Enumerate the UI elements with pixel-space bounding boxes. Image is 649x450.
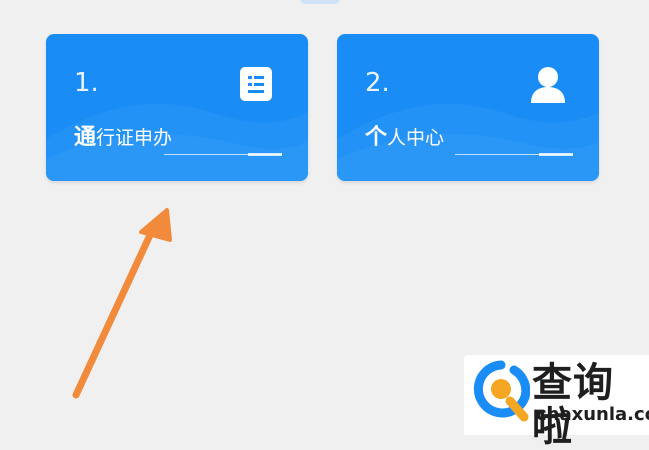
user-icon: [531, 67, 565, 103]
search-q-logo-icon: [473, 360, 530, 422]
personal-center-card[interactable]: 2. 个人中心: [337, 34, 599, 181]
card-underline-accent: [539, 153, 573, 156]
card-wave-decoration: [46, 103, 308, 181]
card-label: 通行证申办: [74, 126, 172, 150]
card-label: 个人中心: [365, 126, 444, 150]
card-label-rest: 行证申办: [96, 127, 173, 149]
site-watermark: 查询啦 chaxunla.com: [464, 355, 649, 449]
watermark-url: chaxunla.com: [536, 404, 649, 425]
pass-application-card[interactable]: 1. 通行证申办: [46, 34, 308, 181]
card-label-rest: 人中心: [387, 127, 445, 149]
document-list-icon: [240, 67, 272, 101]
top-partial-element: [300, 0, 340, 4]
card-label-first-char: 个: [365, 125, 388, 150]
card-label-first-char: 通: [74, 125, 97, 150]
card-number: 1.: [74, 68, 99, 98]
card-wave-decoration: [337, 103, 599, 181]
card-underline-accent: [248, 153, 282, 156]
card-number: 2.: [365, 68, 390, 98]
